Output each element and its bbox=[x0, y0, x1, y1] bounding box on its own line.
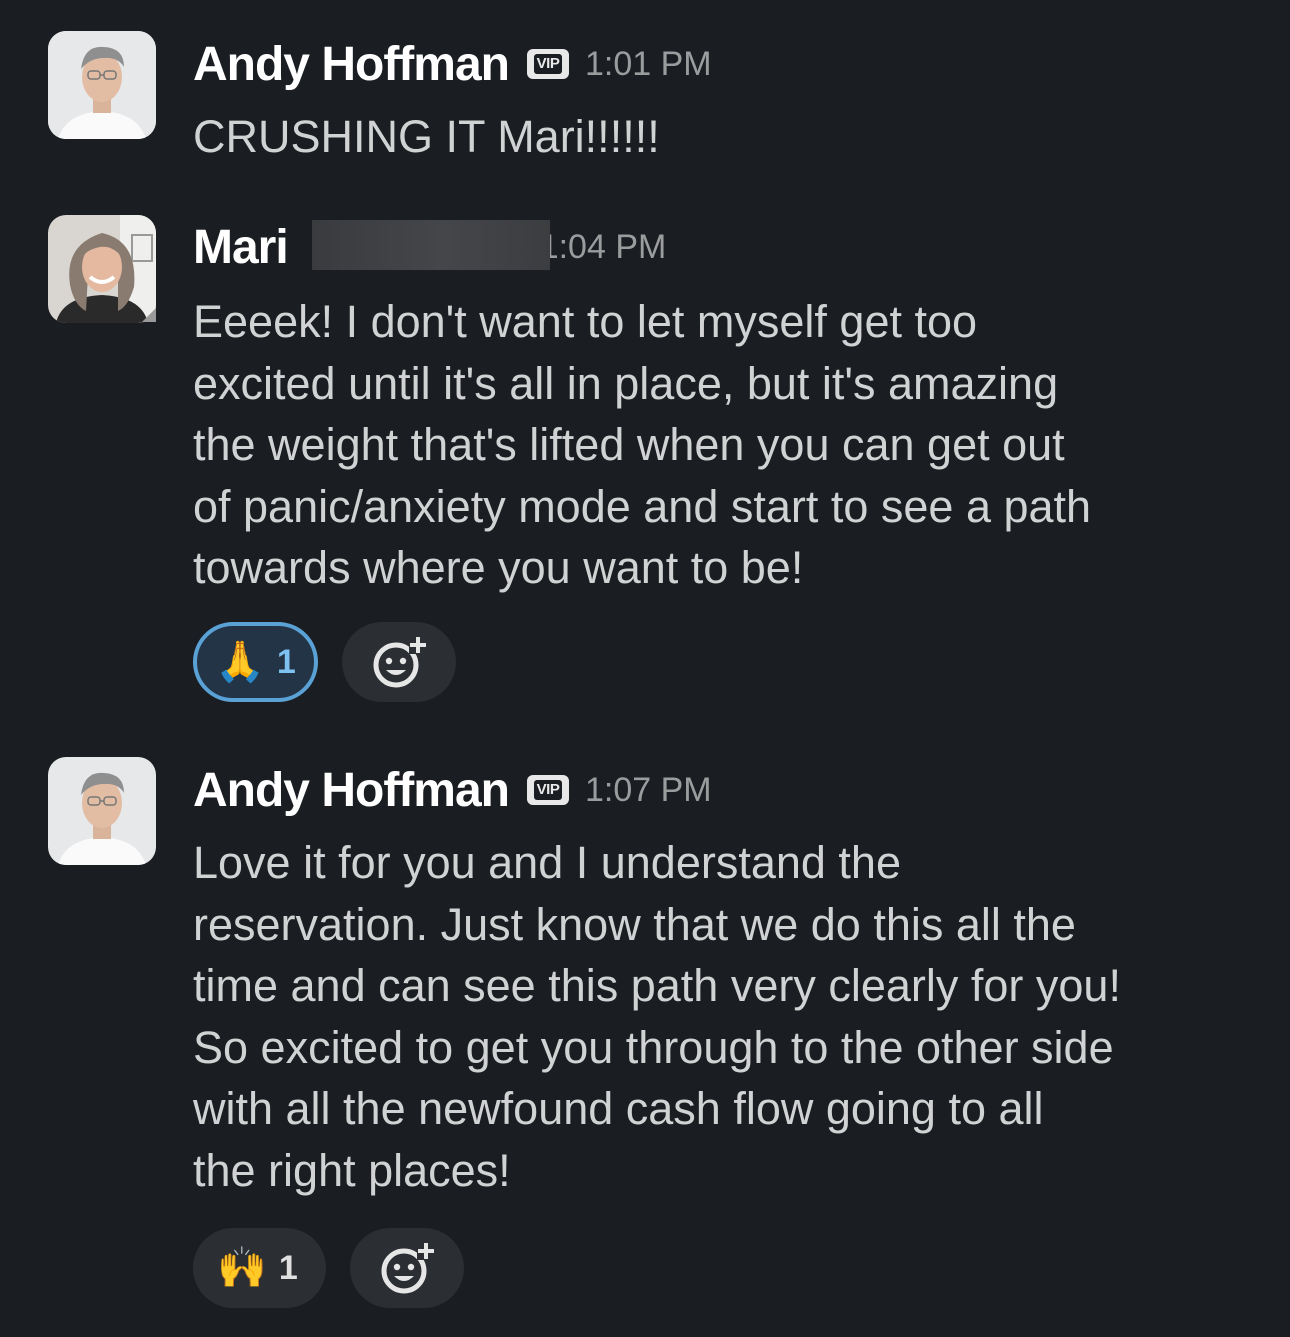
timestamp[interactable]: 1:01 PM bbox=[585, 45, 712, 84]
add-emoji-icon bbox=[373, 636, 427, 688]
andy-avatar[interactable] bbox=[48, 757, 156, 865]
redacted-name-block bbox=[312, 220, 550, 270]
mari-avatar[interactable] bbox=[48, 215, 156, 323]
reaction-count: 1 bbox=[278, 1248, 298, 1287]
andy-avatar[interactable] bbox=[48, 31, 156, 139]
reaction-count: 1 bbox=[276, 642, 296, 681]
reaction-pill[interactable]: 🙏 1 bbox=[193, 622, 318, 702]
add-reaction-button[interactable] bbox=[341, 622, 456, 702]
message-header: Andy Hoffman VIP 1:07 PM bbox=[193, 760, 712, 820]
reactions-bar: 🙌 1 bbox=[193, 1228, 464, 1308]
author-name[interactable]: Andy Hoffman bbox=[193, 763, 510, 818]
presence-indicator bbox=[142, 308, 156, 322]
timestamp[interactable]: 1:04 PM bbox=[540, 228, 667, 267]
timestamp[interactable]: 1:07 PM bbox=[585, 771, 712, 810]
reaction-pill[interactable]: 🙌 1 bbox=[193, 1228, 326, 1308]
folded-hands-icon: 🙏 bbox=[215, 640, 265, 684]
author-name[interactable]: Andy Hoffman bbox=[193, 37, 510, 92]
raising-hands-icon: 🙌 bbox=[217, 1246, 267, 1290]
message-text: Eeeek! I don't want to let myself get to… bbox=[193, 296, 1092, 593]
author-name[interactable]: Mari bbox=[193, 220, 289, 275]
message-header: Andy Hoffman VIP 1:01 PM bbox=[193, 34, 712, 94]
message-text: Love it for you and I understand the res… bbox=[193, 837, 1121, 1196]
add-reaction-button[interactable] bbox=[349, 1228, 464, 1308]
message-text: CRUSHING IT Mari!!!!!! bbox=[193, 111, 660, 162]
add-emoji-icon bbox=[381, 1242, 435, 1294]
vip-badge: VIP bbox=[526, 775, 569, 805]
reactions-bar: 🙏 1 bbox=[193, 622, 456, 702]
vip-badge: VIP bbox=[526, 49, 569, 79]
